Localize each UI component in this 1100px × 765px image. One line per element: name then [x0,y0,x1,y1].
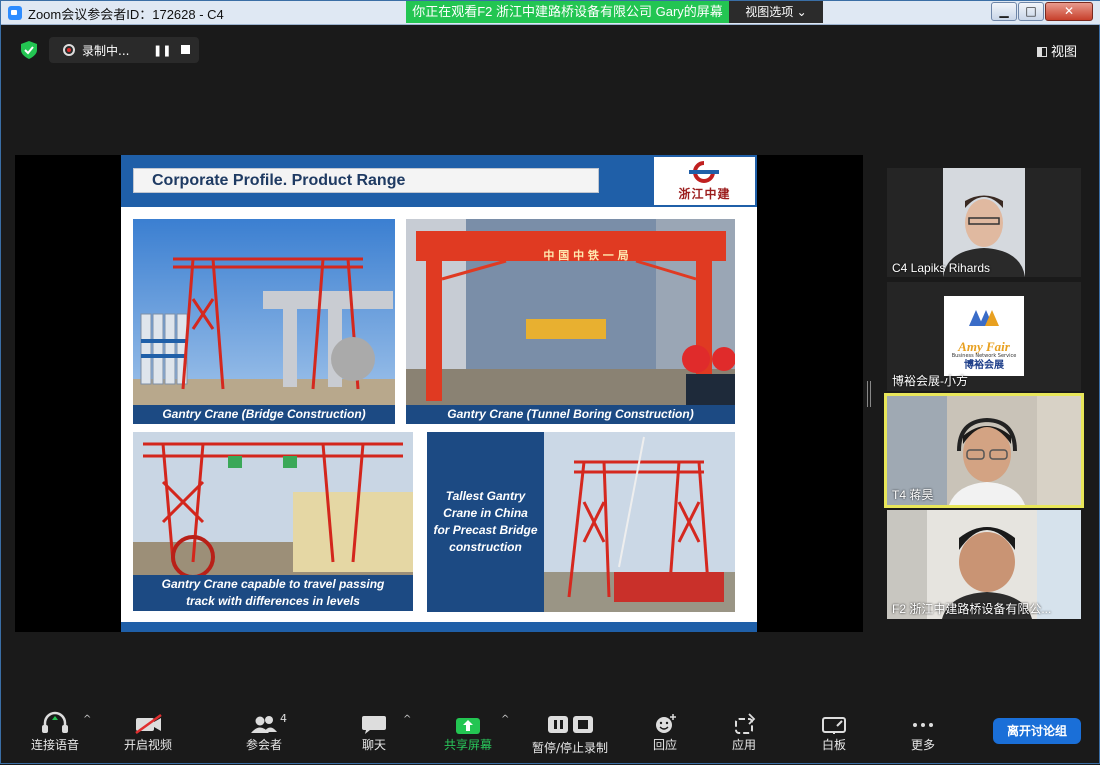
participants-button[interactable]: 4 参会者 [224,702,304,762]
title-bar: Zoom会议参会者ID：172628 - C4 你正在观看F2 浙江中建路桥设备… [1,1,1100,25]
avatar-cn-text: 博裕会展 [964,360,1004,371]
caption-line: Crane in China [443,506,528,520]
view-options-dropdown[interactable]: 视图选项 ⌄ [729,1,823,23]
caption-line: construction [449,540,522,554]
join-audio-button[interactable]: 连接语音 [15,702,95,762]
window-title: Zoom会议参会者ID：172628 - C4 [28,7,224,22]
start-video-button[interactable]: 开启视频 [108,702,188,762]
meeting-toolbar: 连接语音 ^ 开启视频 4 参会者 聊天 ^ 共享屏幕 ^ 暂停/停止录制 回应… [1,702,1100,765]
caption-line: for Precast Bridge [433,523,538,537]
photo-bridge-crane: Gantry Crane (Bridge Construction) [133,219,395,424]
view-layout-icon [1037,47,1047,57]
participant-tile[interactable]: F2 浙江中建路桥设备有限公... [887,510,1081,619]
apps-label: 应用 [731,738,756,752]
recording-indicator: 录制中... ❚❚ [49,37,199,63]
crane-sign-text: 中 国 中 铁 一 局 [543,249,629,262]
more-label: 更多 [910,738,935,752]
pause-stop-icon [548,716,593,733]
view-button[interactable]: 视图 [1037,41,1077,60]
recording-label: 录制中... [82,44,130,58]
minimize-button[interactable]: ▁ [991,2,1017,21]
photo-caption-line: track with differences in levels [186,594,360,608]
photo-caption-line: Gantry Crane capable to travel passing [161,577,385,591]
photo-tallest-crane: Tallest Gantry Crane in China for Precas… [427,432,735,612]
photo-caption: Gantry Crane capable to travel passing t… [133,575,413,611]
close-window-button[interactable]: ✕ [1045,2,1093,21]
share-screen-icon [456,718,480,734]
panel-resize-handle[interactable] [867,381,871,407]
more-dots-icon [913,723,933,727]
participant-tile[interactable]: Amy Fair Business Network Service 博裕会展 博… [887,282,1081,391]
participant-name: 博裕会展-小方 [892,374,968,388]
whiteboard-button[interactable]: 白板 [794,702,874,762]
pause-recording-icon[interactable]: ❚❚ [153,44,171,57]
apps-icon [735,713,756,734]
company-logo-text: 浙江中建 [678,187,731,201]
maximize-button[interactable]: □ [1018,2,1044,21]
apps-button[interactable]: 应用 [704,702,784,762]
presentation-slide: Corporate Profile. Product Range 浙江中建 Ga… [121,155,757,632]
participants-icon [251,716,277,733]
join-audio-label: 连接语音 [30,738,79,752]
reactions-button[interactable]: 回应 [625,702,705,762]
participant-tile[interactable]: C4 Lapiks Rihards [887,168,1081,277]
stop-recording-icon[interactable] [181,45,190,54]
view-label: 视图 [1051,45,1078,60]
participants-label: 参会者 [245,738,282,752]
photo-tunnel-crane: 中 国 中 铁 一 局 Gantry Crane (Tunnel Boring … [406,219,735,424]
share-screen-label: 共享屏幕 [443,738,492,752]
participant-tile-active-speaker[interactable]: T4 蒋昊 [884,393,1084,508]
whiteboard-icon [822,717,846,734]
photo-caption: Gantry Crane (Tunnel Boring Construction… [406,405,735,424]
avatar-logo-text: Amy Fair Business Network Service 博裕会展 [944,340,1024,371]
whiteboard-label: 白板 [821,738,846,752]
participant-name: C4 Lapiks Rihards [892,261,991,275]
caption-line: Tallest Gantry [445,489,526,503]
leave-breakout-room-button[interactable]: 离开讨论组 [993,718,1081,744]
company-logo-mark-icon [689,161,719,183]
pause-stop-recording-button[interactable]: 暂停/停止录制 [530,702,610,762]
meeting-top-bar: 录制中... ❚❚ 视图 [1,25,1100,75]
chat-bubble-icon [362,716,386,734]
avatar-subtext: Business Network Service [951,353,1017,359]
recording-dot-icon [63,44,75,56]
photo-track-crane: Gantry Crane capable to travel passing t… [133,432,413,611]
photo-caption: Gantry Crane (Bridge Construction) [133,405,395,424]
start-video-label: 开启视频 [123,738,172,752]
participant-name: T4 蒋昊 [892,488,934,502]
reactions-label: 回应 [652,738,677,752]
zoom-meeting-window: Zoom会议参会者ID：172628 - C4 你正在观看F2 浙江中建路桥设备… [0,0,1100,764]
slide-header: Corporate Profile. Product Range 浙江中建 [121,155,757,207]
share-screen-button[interactable]: 共享屏幕 [428,702,508,762]
more-button[interactable]: 更多 [883,702,963,762]
tallest-crane-image [544,432,735,612]
bridge-crane-image [133,219,395,424]
share-options-caret[interactable]: ^ [501,714,509,725]
chat-button[interactable]: 聊天 [334,702,414,762]
slide-title: Corporate Profile. Product Range [133,168,599,193]
smiley-plus-icon [656,714,676,733]
avatar-brand: Amy Fair [958,339,1010,354]
zoom-app-icon [8,6,22,20]
participants-count: 4 [280,712,287,725]
screen-share-banner: 你正在观看F2 浙江中建路桥设备有限公司 Gary的屏幕 [406,1,729,23]
shared-screen-area: Corporate Profile. Product Range 浙江中建 Ga… [15,155,863,632]
pause-stop-recording-label: 暂停/停止录制 [531,741,609,755]
participant-name: F2 浙江中建路桥设备有限公... [892,602,1052,616]
chat-label: 聊天 [361,738,386,752]
tallest-crane-caption: Tallest Gantry Crane in China for Precas… [427,432,544,612]
slide-footer-bar [121,622,757,632]
video-off-icon [135,713,162,734]
security-shield-icon[interactable] [21,41,37,59]
chat-options-caret[interactable]: ^ [403,714,411,725]
company-logo: 浙江中建 [654,157,755,205]
audio-options-caret[interactable]: ^ [83,714,91,725]
